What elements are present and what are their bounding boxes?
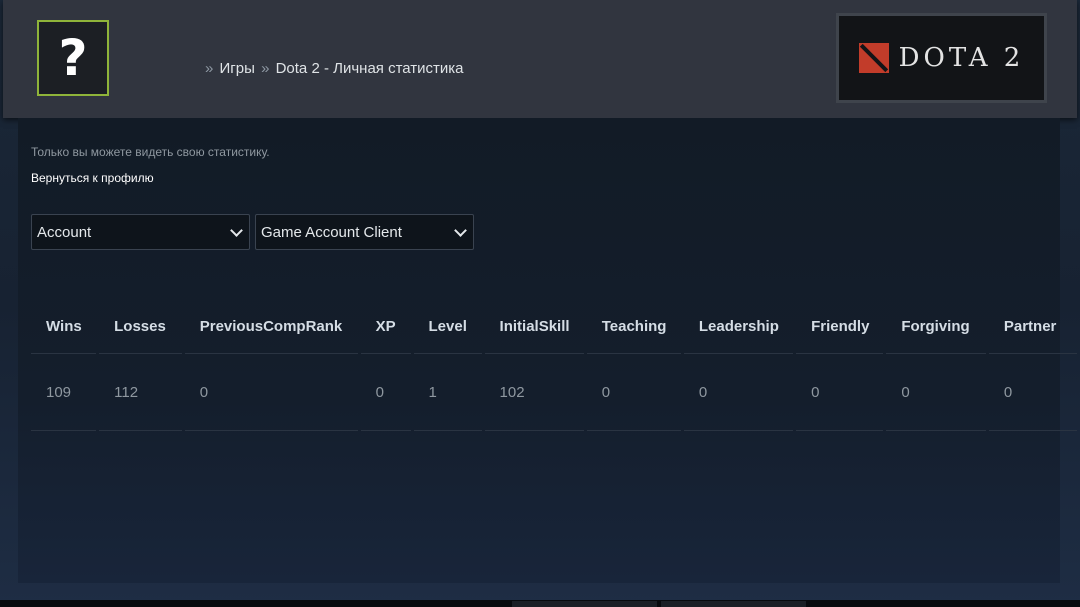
account-select-value: Account xyxy=(37,223,92,241)
column-header: InitialSkill xyxy=(484,299,584,354)
bottom-overlay xyxy=(661,601,806,607)
table-header-row: Wins Losses PreviousCompRank XP Level In… xyxy=(31,299,1077,354)
privacy-note: Только вы можете видеть свою статистику. xyxy=(31,145,270,159)
column-header: PreviousCompRank xyxy=(184,299,358,354)
column-header: XP xyxy=(360,299,411,354)
breadcrumb: » Игры » Dota 2 - Личная статистика xyxy=(203,60,464,77)
stat-value: 0 xyxy=(796,354,884,431)
stat-value: 112 xyxy=(99,354,182,431)
account-select[interactable]: Account xyxy=(31,214,250,250)
breadcrumb-separator: » xyxy=(205,60,214,77)
stat-value: 0 xyxy=(360,354,411,431)
question-mark-icon: ? xyxy=(58,29,88,87)
game-logo[interactable]: DOTA 2 xyxy=(836,13,1047,103)
stat-value: 1 xyxy=(413,354,482,431)
stat-value: 0 xyxy=(586,354,681,431)
stat-value: 0 xyxy=(988,354,1077,431)
game-logo-text: DOTA 2 xyxy=(898,43,1025,73)
stat-value: 0 xyxy=(184,354,358,431)
breadcrumb-games-link[interactable]: Игры xyxy=(220,60,255,77)
table-row: 109 112 0 0 1 102 0 0 0 0 0 xyxy=(31,354,1077,431)
breadcrumb-separator: » xyxy=(261,60,270,77)
stat-value: 109 xyxy=(31,354,97,431)
stat-value: 0 xyxy=(886,354,986,431)
stat-value: 0 xyxy=(683,354,794,431)
client-select-value: Game Account Client xyxy=(261,223,402,241)
client-select[interactable]: Game Account Client xyxy=(255,214,474,250)
column-header: Friendly xyxy=(796,299,884,354)
stat-value: 102 xyxy=(484,354,584,431)
column-header: Teaching xyxy=(586,299,681,354)
stats-table: Wins Losses PreviousCompRank XP Level In… xyxy=(28,299,1080,431)
back-to-profile-link[interactable]: Вернуться к профилю xyxy=(31,171,154,185)
column-header: Leadership xyxy=(683,299,794,354)
profile-header: ? » Игры » Dota 2 - Личная статистика DO… xyxy=(3,0,1077,118)
dota-logo-icon xyxy=(858,43,889,73)
bottom-overlay xyxy=(512,601,657,607)
chevron-down-icon xyxy=(230,223,243,237)
column-header: Losses xyxy=(99,299,182,354)
breadcrumb-current-page: Dota 2 - Личная статистика xyxy=(275,60,464,77)
chevron-down-icon xyxy=(454,223,467,237)
column-header: Forgiving xyxy=(886,299,986,354)
avatar[interactable]: ? xyxy=(37,20,109,96)
column-header: Partner xyxy=(988,299,1077,354)
column-header: Wins xyxy=(31,299,97,354)
column-header: Level xyxy=(413,299,482,354)
